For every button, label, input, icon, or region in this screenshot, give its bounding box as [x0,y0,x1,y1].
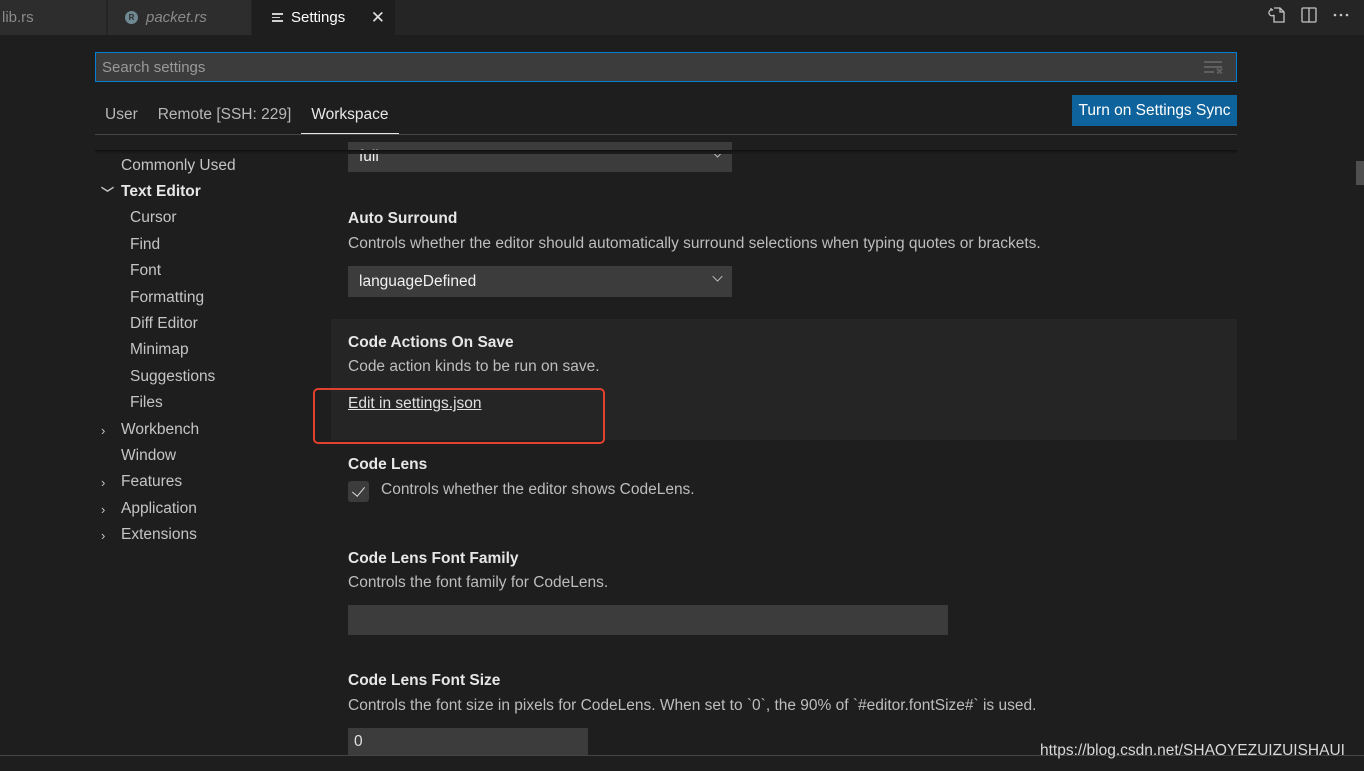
scrollbar-thumb[interactable] [1356,161,1364,185]
divider [95,134,1237,135]
toc-label: Diff Editor [130,315,198,332]
toc-label: Commonly Used [121,157,236,174]
toc-item-application[interactable]: › Application [95,496,197,522]
setting-title-code-actions-on-save: Code Actions On Save [348,334,514,351]
turn-on-settings-sync-button[interactable]: Turn on Settings Sync [1072,95,1237,126]
clear-filter-icon[interactable] [1204,61,1223,74]
toc-item-extensions[interactable]: › Extensions [95,522,197,548]
chevron-right-icon: › [101,474,106,490]
toc-item-minimap[interactable]: Minimap [130,337,189,363]
search-input[interactable] [96,53,1236,81]
toc-item-features[interactable]: › Features [95,469,182,495]
chevron-right-icon: › [101,422,106,438]
toc-label: Suggestions [130,368,216,385]
setting-title-code-lens-font-family: Code Lens Font Family [348,550,519,567]
auto-surround-select[interactable]: languageDefined [348,266,732,297]
toc-item-text-editor[interactable]: ﹀ Text Editor [95,179,201,205]
toc-label: Extensions [121,526,197,543]
scope-tab-user[interactable]: User [95,96,148,134]
toc-label: Application [121,500,197,517]
toc-item-suggestions[interactable]: Suggestions [130,364,215,390]
setting-desc-code-lens-font-family: Controls the font family for CodeLens. [348,574,609,591]
settings-scope-tabs: User Remote [SSH: 229] Workspace [95,96,399,134]
toc-label: Features [121,473,183,490]
header-shadow [95,150,1237,154]
settings-list-icon [272,13,283,22]
tab-packet-rs[interactable]: R packet.rs [108,0,251,35]
toc-label: Find [130,236,161,253]
toc-item-formatting[interactable]: Formatting [130,285,204,311]
toc-item-cursor[interactable]: Cursor [130,205,177,231]
toc-label: Font [130,262,162,279]
code-lens-font-size-input[interactable] [348,728,588,755]
chevron-right-icon: › [101,501,106,517]
tab-lib-rs[interactable]: lib.rs [0,0,107,35]
editor-actions [1268,6,1350,24]
rust-icon: R [125,11,138,24]
chevron-right-icon: › [101,527,106,543]
setting-title-auto-surround: Auto Surround [348,210,458,227]
toc-label: Cursor [130,209,177,226]
code-lens-font-family-input[interactable] [348,605,948,635]
toc-item-diff-editor[interactable]: Diff Editor [130,311,198,337]
watermark-text: https://blog.csdn.net/SHAOYEZUIZUISHAUI [1040,742,1345,759]
toc-item-commonly-used[interactable]: Commonly Used [121,153,236,179]
toc-label: Text Editor [121,183,201,200]
tab-label: lib.rs [2,9,34,26]
chevron-down-icon: ﹀ [101,185,115,201]
close-icon[interactable]: ✕ [371,8,385,28]
chevron-down-icon [712,271,723,282]
more-actions-icon[interactable] [1332,6,1350,24]
toc-item-workbench[interactable]: › Workbench [95,417,199,443]
tab-settings[interactable]: Settings ✕ [252,0,395,35]
scope-tab-workspace[interactable]: Workspace [301,96,399,134]
toc-item-window[interactable]: Window [121,443,176,469]
setting-title-code-lens-font-size: Code Lens Font Size [348,672,501,689]
previous-setting-select[interactable]: full [348,142,732,172]
toc-label: Window [121,447,177,464]
toc-label: Minimap [130,341,189,358]
tab-label: Settings [291,9,346,26]
split-editor-icon[interactable] [1300,6,1318,24]
tab-label: packet.rs [146,9,207,26]
toc-label: Workbench [121,421,200,438]
setting-desc-code-lens: Controls whether the editor shows CodeLe… [381,481,695,498]
setting-title-code-lens: Code Lens [348,456,428,473]
toc-item-font[interactable]: Font [130,258,161,284]
toc-label: Files [130,394,163,411]
setting-desc-code-lens-font-size: Controls the font size in pixels for Cod… [348,697,1037,714]
toc-item-files[interactable]: Files [130,390,163,416]
toc-item-find[interactable]: Find [130,232,160,258]
editor-tab-bar: lib.rs R packet.rs Settings ✕ [0,0,1364,35]
open-settings-json-icon[interactable] [1268,6,1286,24]
search-settings [95,52,1237,82]
select-value: languageDefined [359,272,477,290]
setting-desc-auto-surround: Controls whether the editor should autom… [348,235,1041,252]
code-lens-checkbox[interactable] [348,481,369,502]
setting-desc-code-actions-on-save: Code action kinds to be run on save. [348,358,600,375]
toc-label: Formatting [130,289,205,306]
scope-tab-remote[interactable]: Remote [SSH: 229] [148,96,302,134]
annotation-highlight-box [313,388,605,444]
